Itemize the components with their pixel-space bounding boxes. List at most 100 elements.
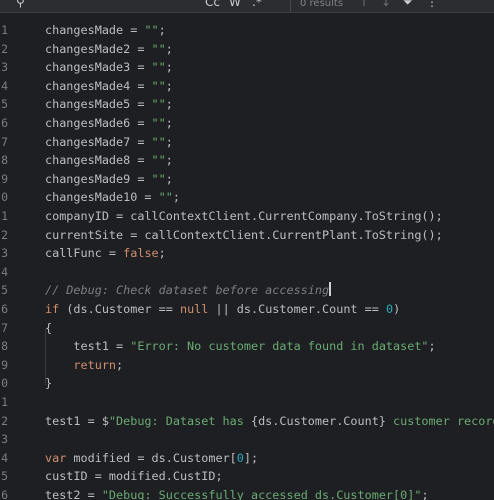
code-line[interactable]: 5 changesMade5 = ""; <box>0 95 494 114</box>
filter-icon[interactable]: ⏷ <box>403 0 413 9</box>
code-line[interactable]: 8 changesMade8 = ""; <box>0 151 494 170</box>
code-text: if (ds.Customer == null || ds.Customer.C… <box>45 300 400 319</box>
code-line[interactable]: 5 // Debug: Check dataset before accessin… <box>0 281 494 300</box>
code-token: companyID = callContextClient.CurrentCom… <box>45 209 443 223</box>
code-token: || ds.Customer.Count == <box>208 302 386 316</box>
code-line[interactable]: 3 changesMade3 = ""; <box>0 58 494 77</box>
match-case-toggle[interactable]: Cc <box>205 0 220 9</box>
line-number: 5 <box>1 283 8 298</box>
code-token: "" <box>151 97 166 112</box>
code-line[interactable]: 6 if (ds.Customer == null || ds.Customer.… <box>0 300 494 319</box>
code-token: "" <box>158 190 173 205</box>
line-number: 8 <box>1 339 8 354</box>
code-token: "" <box>151 171 166 186</box>
code-token: return <box>73 357 117 372</box>
code-line[interactable]: 1 companyID = callContextClient.CurrentCo… <box>0 207 494 226</box>
code-line[interactable]: 5 custID = modified.CustID; <box>0 467 494 486</box>
code-line[interactable]: 2 currentSite = callContextClient.Current… <box>0 226 494 245</box>
code-text: changesMade8 = ""; <box>45 151 173 170</box>
line-number: 5 <box>1 469 8 484</box>
code-token: 0 <box>236 450 244 465</box>
code-token: {ds.Customer.Count} <box>250 413 386 428</box>
code-line[interactable]: 0} <box>0 374 494 393</box>
code-text: changesMade6 = ""; <box>45 114 173 133</box>
code-token: } <box>45 376 53 391</box>
code-token: { <box>45 320 53 335</box>
line-number: 5 <box>1 97 8 112</box>
code-text: var modified = ds.Customer[0]; <box>45 449 258 468</box>
code-line[interactable]: 2 changesMade2 = ""; <box>0 40 494 59</box>
code-token: "" <box>144 23 159 37</box>
code-text: changesMade10 = ""; <box>45 188 180 207</box>
line-number: 2 <box>1 227 8 242</box>
code-token: test1 = $ <box>45 413 109 428</box>
code-token: ; <box>165 116 173 130</box>
code-text: test1 = "Error: No customer data found i… <box>45 337 435 356</box>
regex-toggle[interactable]: .* <box>252 0 262 9</box>
code-line[interactable]: 2 test1 = $"Debug: Dataset has {ds.Custom… <box>0 412 494 431</box>
code-token: 0 <box>385 302 394 316</box>
code-token: (ds.Customer == <box>59 302 180 316</box>
code-text: changesMade7 = ""; <box>45 133 173 152</box>
line-number: 7 <box>1 320 8 335</box>
code-token: changesMade3 = <box>45 60 152 75</box>
code-token: ; <box>165 153 173 168</box>
code-line[interactable]: 3 callFunc = false; <box>0 244 494 263</box>
code-line[interactable]: 1 changesMade = ""; <box>0 21 494 40</box>
code-token: changesMade6 = <box>45 116 152 130</box>
code-line[interactable]: 3 <box>0 430 494 449</box>
code-line[interactable]: 6 test2 = "Debug: Successfully accessed d… <box>0 486 494 500</box>
line-number: 1 <box>1 395 8 409</box>
line-number: 4 <box>1 450 8 465</box>
code-line[interactable]: 1 <box>0 393 494 412</box>
code-line[interactable]: 4 var modified = ds.Customer[0]; <box>0 449 494 468</box>
code-token: customer records" <box>393 413 494 428</box>
line-number: 0 <box>1 190 8 205</box>
code-token: changesMade10 = <box>45 190 159 205</box>
code-line[interactable]: 6 changesMade6 = ""; <box>0 114 494 133</box>
code-token: callFunc = <box>45 246 124 261</box>
code-token: false <box>123 246 159 261</box>
code-token: "Debug: Successfully accessed ds.Custome… <box>101 488 422 500</box>
code-token: ; <box>158 246 166 261</box>
previous-occurrence-icon[interactable]: ↑ <box>359 0 369 9</box>
code-text: changesMade4 = ""; <box>45 77 173 96</box>
line-number: 4 <box>1 264 8 279</box>
text-caret <box>329 282 331 297</box>
code-line[interactable]: 4 changesMade4 = ""; <box>0 77 494 96</box>
code-line[interactable]: 7 changesMade7 = ""; <box>0 133 494 152</box>
code-token: "" <box>151 116 166 130</box>
code-token: test2 = <box>45 488 102 500</box>
code-token: changesMade2 = <box>45 41 152 56</box>
code-text: changesMade5 = ""; <box>45 95 173 114</box>
code-token: ; <box>165 41 173 56</box>
whole-words-toggle[interactable]: W <box>229 0 241 9</box>
code-token: custID = modified.CustID; <box>45 469 223 484</box>
code-token: ) <box>393 302 401 316</box>
code-text: changesMade3 = ""; <box>45 58 173 77</box>
code-token: changesMade7 = <box>45 134 152 149</box>
line-number: 3 <box>1 432 8 447</box>
code-token: // Debug: Check dataset before accessing <box>45 283 330 298</box>
code-editor[interactable]: 1 changesMade = ""; 2 changesMade2 = ""; 3 ch… <box>0 13 494 500</box>
line-number: 3 <box>1 60 8 75</box>
code-token: changesMade = <box>45 23 145 37</box>
code-text: { <box>45 319 52 338</box>
code-line[interactable]: 8 test1 = "Error: No customer data found… <box>0 337 494 356</box>
code-line[interactable]: 9 return; <box>0 356 494 375</box>
code-line[interactable]: 4 <box>0 263 494 282</box>
code-token: "Debug: Dataset has <box>108 413 251 428</box>
code-token: ]; <box>243 450 259 465</box>
find-bar: ⚲ Cc W .* 0 results ↑ ↓ ⏷ ⋮ <box>0 0 494 13</box>
code-line[interactable]: 9 changesMade9 = ""; <box>0 170 494 189</box>
line-number: 0 <box>1 376 8 391</box>
code-text: // Debug: Check dataset before accessing <box>45 281 331 300</box>
code-line[interactable]: 0 changesMade10 = ""; <box>0 188 494 207</box>
code-token: changesMade5 = <box>45 97 152 112</box>
search-options-icon[interactable]: ⚲ <box>16 0 25 9</box>
code-token: "" <box>151 60 166 75</box>
next-occurrence-icon[interactable]: ↓ <box>381 0 391 9</box>
code-text: changesMade = ""; <box>45 21 166 40</box>
more-options-icon[interactable]: ⋮ <box>426 0 438 9</box>
code-line[interactable]: 7{ <box>0 319 494 338</box>
